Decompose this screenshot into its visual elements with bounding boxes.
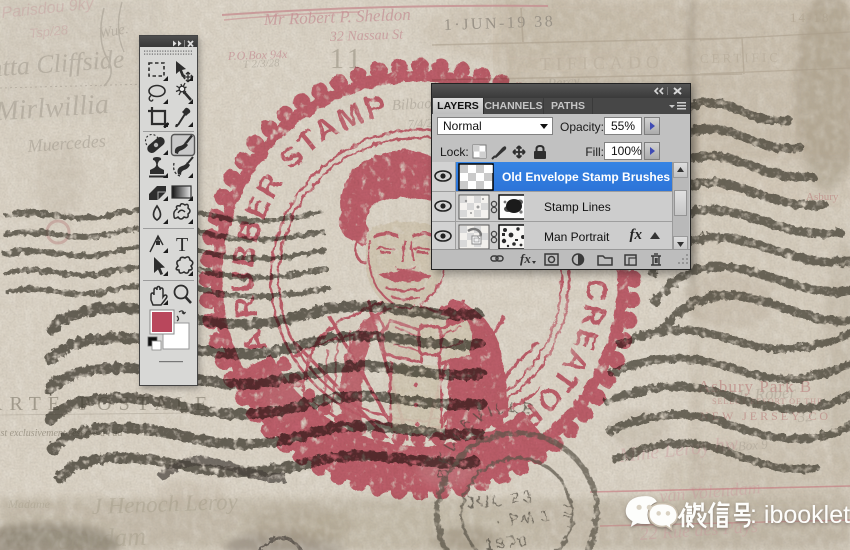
svg-text:fx: fx bbox=[520, 251, 531, 266]
svg-text:T: T bbox=[176, 234, 188, 256]
svg-text:14-18: 14-18 bbox=[790, 10, 830, 25]
svg-text:32 Nassau St: 32 Nassau St bbox=[329, 27, 405, 45]
svg-text:: ibooklet: : ibooklet bbox=[750, 501, 850, 529]
svg-text:TIFICADO: TIFICADO bbox=[540, 52, 664, 74]
svg-text:J Henoch Leroy: J Henoch Leroy bbox=[91, 489, 239, 519]
svg-text:Volendam: Volendam bbox=[43, 522, 147, 550]
svg-text:Madame: Madame bbox=[7, 497, 51, 511]
svg-text:T 2/3/28: T 2/3/28 bbox=[243, 57, 281, 71]
svg-text:ILL: ILL bbox=[561, 500, 576, 518]
svg-text:CERTIFIC: CERTIFIC bbox=[700, 50, 781, 66]
